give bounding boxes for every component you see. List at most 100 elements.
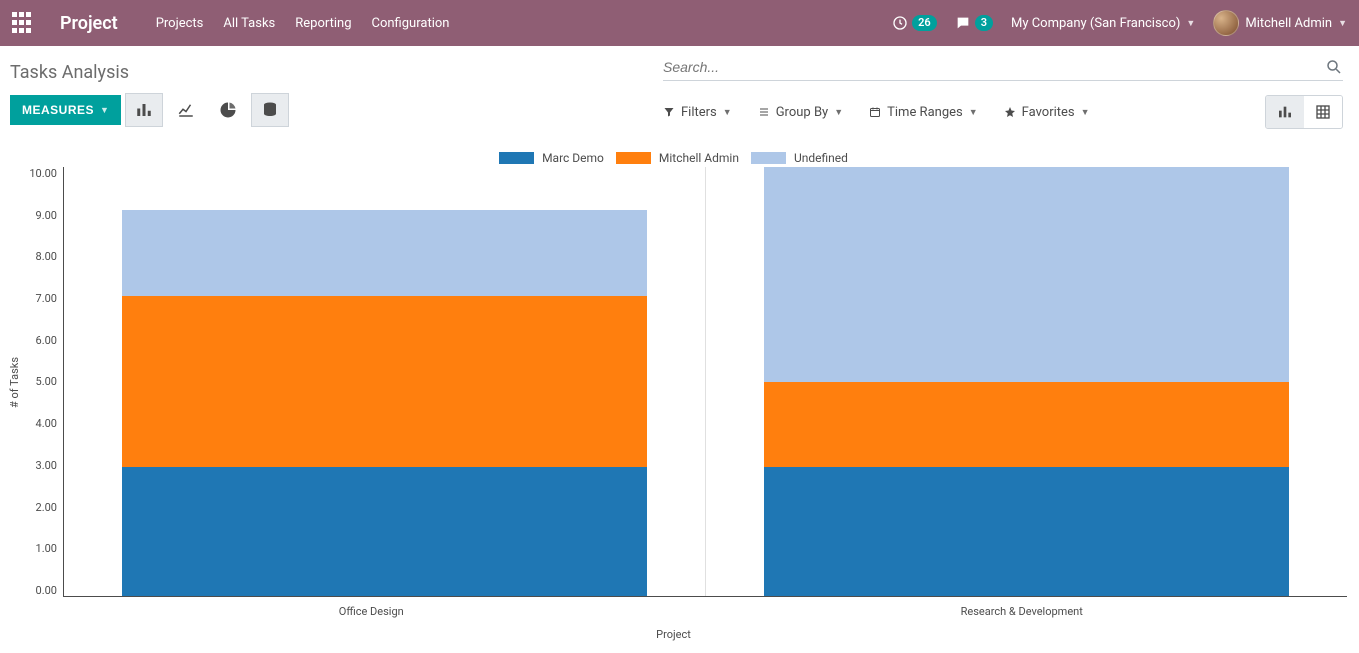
timeranges-dropdown[interactable]: Time Ranges ▼ <box>869 95 978 129</box>
nav-projects[interactable]: Projects <box>156 16 204 31</box>
filters-dropdown[interactable]: Filters ▼ <box>663 95 732 129</box>
chat-icon <box>955 15 971 31</box>
control-right: Filters ▼ Group By ▼ Time Ranges ▼ Favor… <box>663 56 1343 137</box>
chevron-down-icon: ▼ <box>100 105 109 115</box>
app-brand[interactable]: Project <box>60 13 118 34</box>
chart-legend: Marc Demo Mitchell Admin Undefined <box>0 145 1347 167</box>
x-axis-title: Project <box>0 618 1347 641</box>
apps-icon[interactable] <box>12 12 34 34</box>
nav-configuration[interactable]: Configuration <box>372 16 450 31</box>
x-axis: Office DesignResearch & Development <box>46 597 1347 618</box>
bar-chart-icon <box>135 101 153 119</box>
y-tick: 6.00 <box>36 334 57 347</box>
favorites-dropdown[interactable]: Favorites ▼ <box>1004 95 1090 129</box>
nav-all-tasks[interactable]: All Tasks <box>223 16 275 31</box>
y-tick: 10.00 <box>29 167 57 180</box>
groupby-dropdown[interactable]: Group By ▼ <box>758 95 843 129</box>
chart-plot: # of Tasks 10.00 9.00 8.00 7.00 6.00 5.00 4.00… <box>0 167 1347 597</box>
chart-bar-segment[interactable] <box>764 382 1290 468</box>
filters-label: Filters <box>681 105 717 120</box>
legend-label: Marc Demo <box>542 151 604 165</box>
top-navbar: Project Projects All Tasks Reporting Con… <box>0 0 1359 46</box>
user-name: Mitchell Admin <box>1245 16 1332 31</box>
company-selector[interactable]: My Company (San Francisco) ▼ <box>1011 16 1195 31</box>
chart-container: Marc Demo Mitchell Admin Undefined # of Ta… <box>0 137 1359 649</box>
y-tick: 3.00 <box>36 459 57 472</box>
database-icon <box>261 101 279 119</box>
discuss-badge: 3 <box>975 15 993 31</box>
filters-row: Filters ▼ Group By ▼ Time Ranges ▼ Favor… <box>663 81 1343 137</box>
chevron-down-icon: ▼ <box>1081 107 1090 118</box>
legend-label: Undefined <box>794 151 848 165</box>
favorites-label: Favorites <box>1022 105 1075 120</box>
nav-right: 26 3 My Company (San Francisco) ▼ Mitche… <box>892 10 1347 36</box>
view-switcher <box>1265 95 1343 129</box>
y-tick: 5.00 <box>36 375 57 388</box>
chevron-down-icon: ▼ <box>969 107 978 118</box>
y-axis-title: # of Tasks <box>6 357 23 408</box>
avatar <box>1213 10 1239 36</box>
activity-button[interactable]: 26 <box>892 15 937 31</box>
chart-bar-segment[interactable] <box>764 167 1290 382</box>
chart-category <box>705 167 1347 596</box>
toolbar: MEASURES ▼ <box>10 93 289 127</box>
pivot-view-button[interactable] <box>1304 96 1342 128</box>
legend-label: Mitchell Admin <box>659 151 739 165</box>
chart-bar-segment[interactable] <box>122 467 648 596</box>
pie-chart-icon <box>219 101 237 119</box>
view-switcher-wrap <box>1247 95 1343 129</box>
y-tick: 0.00 <box>36 584 57 597</box>
legend-item[interactable]: Marc Demo <box>499 151 604 165</box>
nav-left: Project Projects All Tasks Reporting Con… <box>12 12 449 34</box>
y-tick: 7.00 <box>36 292 57 305</box>
stacked-button[interactable] <box>251 93 289 127</box>
activity-badge: 26 <box>912 15 937 31</box>
user-menu[interactable]: Mitchell Admin ▼ <box>1213 10 1347 36</box>
y-axis: 10.00 9.00 8.00 7.00 6.00 5.00 4.00 3.00 2.00 1.0… <box>23 167 63 597</box>
chart-category <box>64 167 705 596</box>
chevron-down-icon: ▼ <box>1338 18 1347 29</box>
legend-swatch <box>499 152 534 164</box>
grid-icon <box>1315 104 1331 120</box>
discuss-button[interactable]: 3 <box>955 15 993 31</box>
legend-item[interactable]: Undefined <box>751 151 848 165</box>
measures-label: MEASURES <box>22 103 94 117</box>
groupby-label: Group By <box>776 105 829 120</box>
pie-chart-button[interactable] <box>209 93 247 127</box>
bar-chart-icon <box>1277 104 1293 120</box>
star-icon <box>1004 106 1016 118</box>
line-chart-icon <box>177 101 195 119</box>
control-panel: Tasks Analysis MEASURES ▼ <box>0 46 1359 137</box>
line-chart-button[interactable] <box>167 93 205 127</box>
y-tick: 9.00 <box>36 209 57 222</box>
bar-chart-button[interactable] <box>125 93 163 127</box>
list-icon <box>758 106 770 118</box>
y-tick: 8.00 <box>36 250 57 263</box>
y-tick: 4.00 <box>36 417 57 430</box>
legend-item[interactable]: Mitchell Admin <box>616 151 739 165</box>
chevron-down-icon: ▼ <box>1186 18 1195 29</box>
chevron-down-icon: ▼ <box>834 107 843 118</box>
y-tick: 1.00 <box>36 542 57 555</box>
search-input[interactable] <box>663 59 1325 75</box>
calendar-icon <box>869 106 881 118</box>
clock-icon <box>892 15 908 31</box>
plot-area <box>63 167 1347 597</box>
measures-button[interactable]: MEASURES ▼ <box>10 95 121 125</box>
legend-swatch <box>616 152 651 164</box>
graph-view-button[interactable] <box>1266 96 1304 128</box>
chevron-down-icon: ▼ <box>723 107 732 118</box>
x-tick: Research & Development <box>697 597 1348 618</box>
chart-bar-stack <box>122 210 648 596</box>
legend-swatch <box>751 152 786 164</box>
timeranges-label: Time Ranges <box>887 105 963 120</box>
chart-bar-segment[interactable] <box>122 210 648 296</box>
chart-bar-segment[interactable] <box>122 296 648 468</box>
chart-bar-stack <box>764 167 1290 596</box>
x-tick: Office Design <box>46 597 697 618</box>
nav-menu: Projects All Tasks Reporting Configurati… <box>156 16 450 31</box>
search-icon[interactable] <box>1325 58 1343 76</box>
nav-reporting[interactable]: Reporting <box>295 16 351 31</box>
chart-bar-segment[interactable] <box>764 467 1290 596</box>
y-tick: 2.00 <box>36 501 57 514</box>
